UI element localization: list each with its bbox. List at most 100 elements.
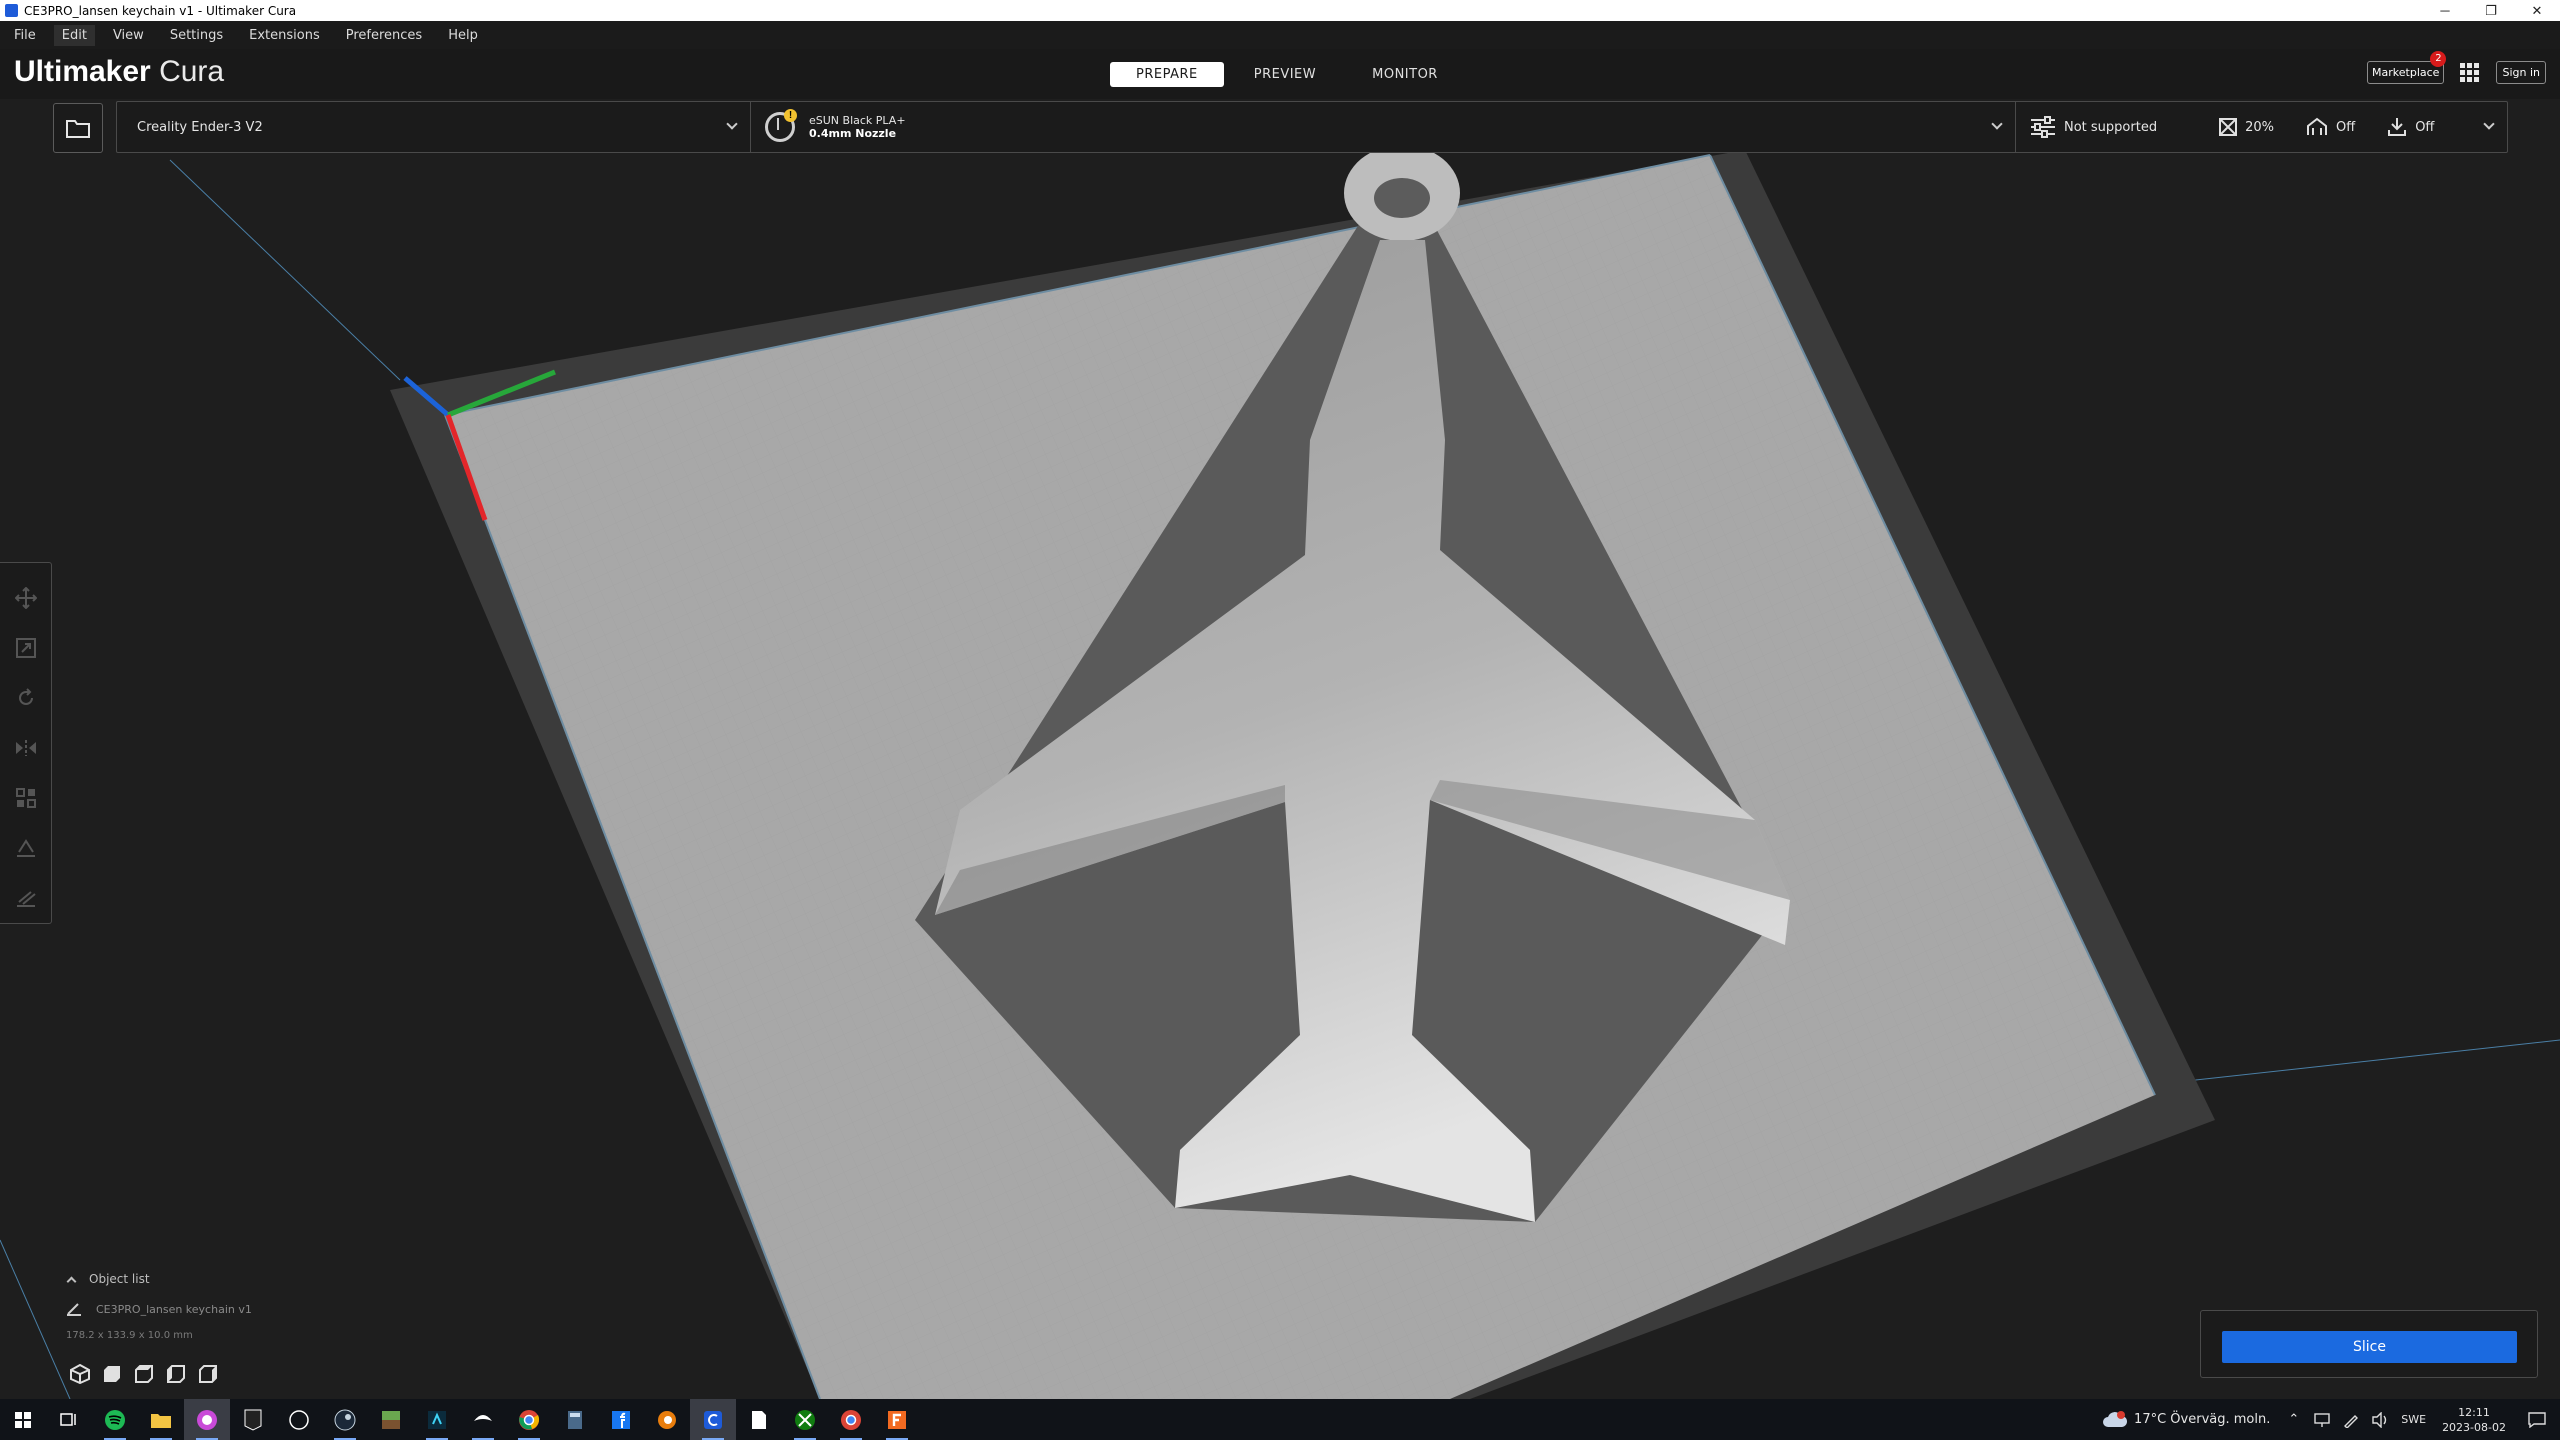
minecraft-taskbar-icon[interactable] [368, 1399, 414, 1440]
xbox-taskbar-icon[interactable] [782, 1399, 828, 1440]
material-name: eSUN Black PLA+ [809, 114, 906, 127]
menu-file[interactable]: File [6, 25, 44, 46]
ultimaker-cura-taskbar-icon[interactable] [690, 1399, 736, 1440]
object-name: CE3PRO_lansen keychain v1 [96, 1302, 252, 1316]
epic-games-taskbar-icon[interactable] [230, 1399, 276, 1440]
menu-settings[interactable]: Settings [162, 25, 231, 46]
language-indicator[interactable]: SWE [2401, 1413, 2426, 1426]
file-explorer-taskbar-icon[interactable] [138, 1399, 184, 1440]
printer-name: Creality Ender-3 V2 [137, 119, 263, 135]
marketplace-button[interactable]: Marketplace 2 [2367, 51, 2447, 84]
transform-toolbar [0, 562, 52, 924]
volume-icon[interactable] [2371, 1411, 2389, 1428]
open-file-button[interactable] [53, 103, 103, 153]
support-blocker-tool[interactable] [0, 823, 52, 873]
chevron-up-icon[interactable]: ⌃ [2288, 1412, 2299, 1427]
ghost-app-taskbar-icon[interactable] [460, 1399, 506, 1440]
view-front-button[interactable] [96, 1360, 128, 1388]
view-left-button[interactable] [160, 1360, 192, 1388]
cube-top-icon [135, 1365, 153, 1383]
pen-icon[interactable] [2343, 1412, 2359, 1428]
object-list-panel: Object list CE3PRO_lansen keychain v1 17… [62, 1272, 362, 1341]
menu-help[interactable]: Help [440, 25, 486, 46]
restore-button[interactable]: ❐ [2468, 0, 2514, 21]
move-icon [14, 587, 37, 609]
clock[interactable]: 12:11 2023-08-02 [2442, 1405, 2506, 1435]
menu-view[interactable]: View [105, 25, 152, 46]
cube-front-icon [104, 1366, 120, 1382]
close-button[interactable]: ✕ [2514, 0, 2560, 21]
steam-taskbar-icon[interactable] [322, 1399, 368, 1440]
facebook-taskbar-icon[interactable] [598, 1399, 644, 1440]
weather-widget[interactable]: 17°C Överväg. moln. [2102, 1410, 2271, 1429]
windows-taskbar: 17°C Överväg. moln. ⌃ SWE 12:11 2023-08-… [0, 1399, 2560, 1440]
axis-guide-line [2149, 1039, 2560, 1086]
cube-3d-icon [70, 1364, 90, 1384]
profile-label: Not supported [2064, 119, 2158, 135]
menu-edit[interactable]: Edit [53, 24, 95, 46]
tab-monitor[interactable]: MONITOR [1346, 62, 1464, 87]
view-orientation-buttons [64, 1360, 224, 1388]
object-row[interactable]: CE3PRO_lansen keychain v1 [62, 1302, 362, 1316]
chrome-taskbar-icon[interactable] [506, 1399, 552, 1440]
tab-prepare[interactable]: PREPARE [1110, 62, 1224, 87]
rotate-tool[interactable] [0, 673, 52, 723]
view-top-button[interactable] [128, 1360, 160, 1388]
rotate-icon [18, 688, 33, 705]
material-selector[interactable]: ! eSUN Black PLA+ 0.4mm Nozzle [751, 102, 2016, 152]
chevron-down-icon [726, 118, 738, 130]
sliders-icon [2030, 116, 2056, 138]
view-3d-button[interactable] [64, 1360, 96, 1388]
notepad-taskbar-icon[interactable] [736, 1399, 782, 1440]
blender-taskbar-icon[interactable] [644, 1399, 690, 1440]
per-model-settings-tool[interactable] [0, 773, 52, 823]
system-tray: 17°C Överväg. moln. ⌃ SWE 12:11 2023-08-… [2102, 1399, 2560, 1440]
view-right-button[interactable] [192, 1360, 224, 1388]
fusion-taskbar-icon[interactable] [874, 1399, 920, 1440]
extruder-icon: ! [765, 109, 797, 142]
weather-text: 17°C Överväg. moln. [2134, 1412, 2271, 1427]
cube-left-icon [167, 1365, 185, 1383]
infill-value: 20% [2245, 119, 2274, 135]
menu-extensions[interactable]: Extensions [241, 25, 328, 46]
object-list-label: Object list [89, 1272, 150, 1286]
slice-panel: Slice [2200, 1310, 2538, 1378]
scale-icon [15, 638, 36, 658]
calculator-taskbar-icon[interactable] [552, 1399, 598, 1440]
spotify-taskbar-icon[interactable] [92, 1399, 138, 1440]
notifications-icon[interactable] [2528, 1411, 2546, 1428]
app-taskbar-icon[interactable] [414, 1399, 460, 1440]
ultimaker-cura-logo: Ultimaker Cura [14, 55, 225, 88]
object-list-toggle[interactable]: Object list [62, 1272, 362, 1286]
start-button[interactable] [0, 1399, 46, 1440]
slice-button[interactable]: Slice [2222, 1331, 2517, 1363]
cloud-icon [2103, 1410, 2128, 1427]
apps-grid-icon[interactable] [2460, 62, 2480, 83]
clock-date: 2023-08-02 [2442, 1420, 2506, 1434]
tab-preview[interactable]: PREVIEW [1228, 62, 1342, 87]
pencil-icon [67, 1303, 81, 1316]
lay-flat-tool[interactable] [0, 873, 52, 923]
mirror-icon [15, 740, 36, 756]
axis-guide-line [0, 1239, 71, 1399]
menu-preferences[interactable]: Preferences [338, 25, 430, 46]
windows-logo-icon [15, 1411, 31, 1428]
wordpress-taskbar-icon[interactable] [276, 1399, 322, 1440]
move-tool[interactable] [0, 573, 52, 623]
network-icon[interactable] [2313, 1412, 2331, 1428]
chevron-down-icon [1991, 118, 2003, 130]
cube-right-icon [199, 1365, 217, 1383]
scale-tool[interactable] [0, 623, 52, 673]
mirror-tool[interactable] [0, 723, 52, 773]
sign-in-button[interactable]: Sign in [2496, 61, 2546, 84]
chrome-profile-taskbar-icon[interactable] [828, 1399, 874, 1440]
printer-selector[interactable]: Creality Ender-3 V2 [117, 102, 751, 152]
support-icon [2306, 117, 2328, 137]
minimize-button[interactable]: ─ [2422, 0, 2468, 21]
print-settings-selector[interactable]: Not supported 20% Off Off [2016, 102, 2507, 152]
3d-viewport[interactable] [0, 99, 2560, 1399]
task-view-button[interactable] [46, 1399, 92, 1440]
support-blocker-icon [16, 839, 35, 857]
print-setup-bar: Creality Ender-3 V2 ! eSUN Black PLA+ 0.… [116, 101, 2508, 153]
discord-taskbar-icon[interactable] [184, 1399, 230, 1440]
